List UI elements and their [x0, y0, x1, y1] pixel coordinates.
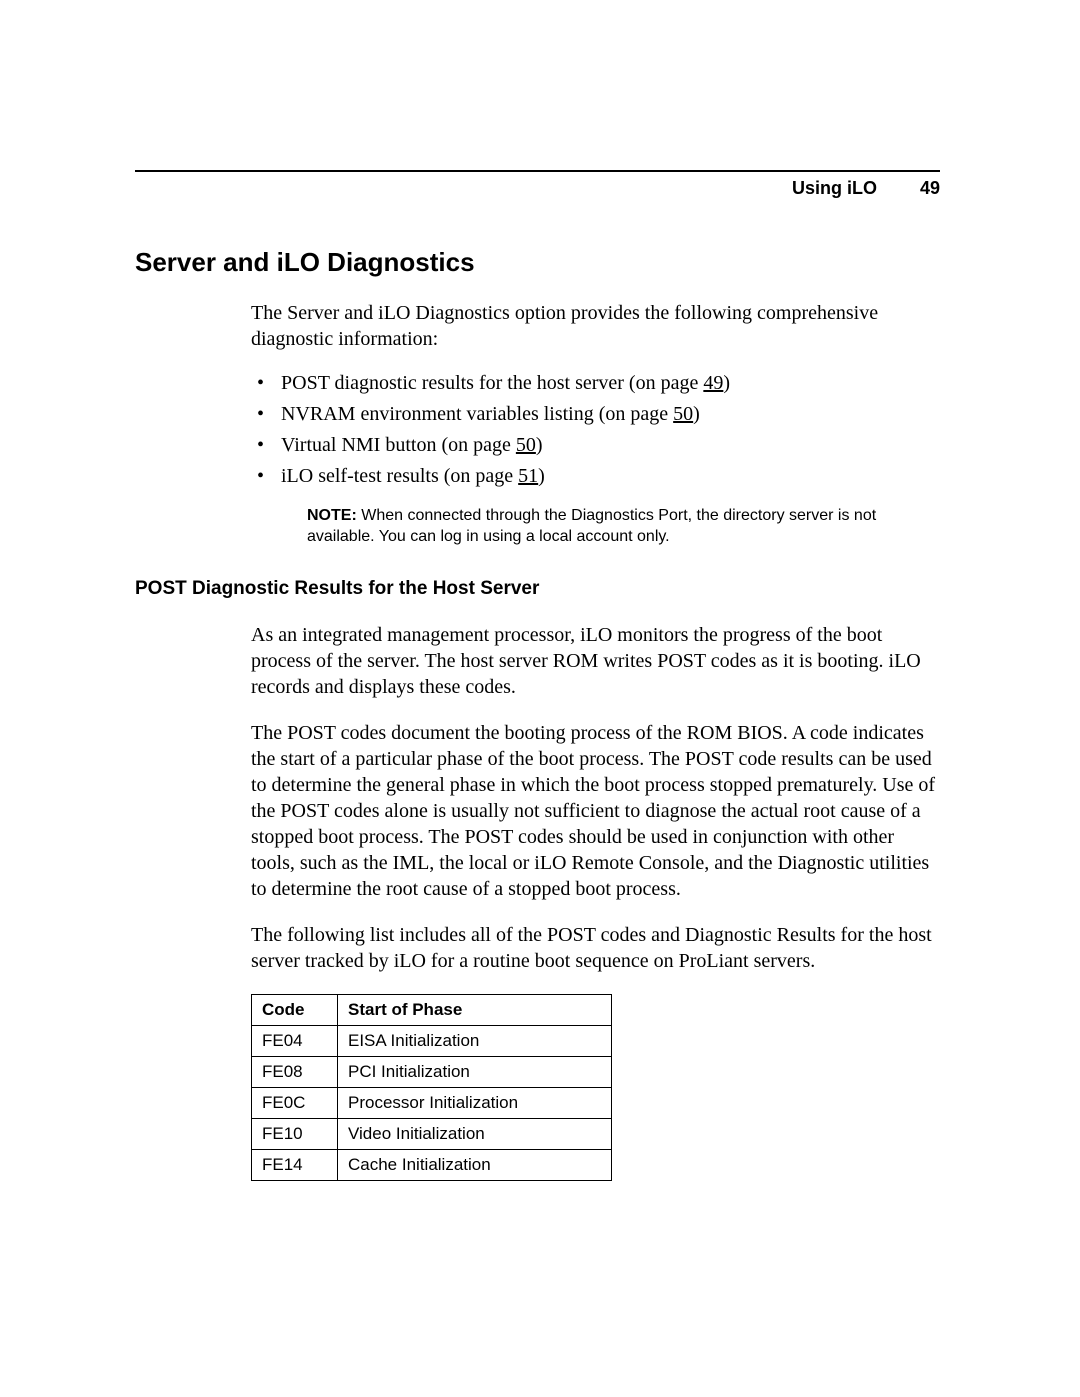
- list-text: POST diagnostic results for the host ser…: [281, 372, 703, 394]
- table-row: FE0C Processor Initialization: [252, 1087, 612, 1118]
- header-rule: [135, 170, 940, 172]
- cell-code: FE08: [252, 1056, 338, 1087]
- table-header-code: Code: [252, 994, 338, 1025]
- post-codes-table: Code Start of Phase FE04 EISA Initializa…: [251, 994, 612, 1181]
- note-text: When connected through the Diagnostics P…: [307, 507, 876, 545]
- diagnostics-list: POST diagnostic results for the host ser…: [251, 368, 940, 492]
- paragraph: The following list includes all of the P…: [251, 922, 940, 974]
- intro-paragraph: The Server and iLO Diagnostics option pr…: [251, 300, 940, 352]
- cell-code: FE0C: [252, 1087, 338, 1118]
- document-page: Using iLO 49 Server and iLO Diagnostics …: [0, 0, 1080, 1281]
- page-link[interactable]: 49: [703, 372, 723, 394]
- list-item: Virtual NMI button (on page 50): [251, 430, 940, 461]
- header-section: Using iLO: [792, 178, 877, 198]
- header-page-number: 49: [920, 178, 940, 198]
- paragraph: The POST codes document the booting proc…: [251, 720, 940, 902]
- table-header-row: Code Start of Phase: [252, 994, 612, 1025]
- list-text-post: ): [536, 434, 543, 456]
- cell-phase: Processor Initialization: [338, 1087, 612, 1118]
- list-item: NVRAM environment variables listing (on …: [251, 399, 940, 430]
- cell-phase: Video Initialization: [338, 1118, 612, 1149]
- cell-code: FE14: [252, 1149, 338, 1180]
- table-row: FE10 Video Initialization: [252, 1118, 612, 1149]
- subheading: POST Diagnostic Results for the Host Ser…: [135, 578, 940, 600]
- table-row: FE14 Cache Initialization: [252, 1149, 612, 1180]
- list-text: Virtual NMI button (on page: [281, 434, 516, 456]
- cell-phase: EISA Initialization: [338, 1025, 612, 1056]
- page-link[interactable]: 50: [516, 434, 536, 456]
- page-title: Server and iLO Diagnostics: [135, 247, 940, 278]
- page-link[interactable]: 50: [673, 403, 693, 425]
- list-item: POST diagnostic results for the host ser…: [251, 368, 940, 399]
- list-text: NVRAM environment variables listing (on …: [281, 403, 673, 425]
- cell-phase: Cache Initialization: [338, 1149, 612, 1180]
- paragraph: As an integrated management processor, i…: [251, 622, 940, 700]
- cell-code: FE04: [252, 1025, 338, 1056]
- page-header: Using iLO 49: [135, 178, 940, 199]
- list-item: iLO self-test results (on page 51): [251, 461, 940, 492]
- cell-code: FE10: [252, 1118, 338, 1149]
- list-text-post: ): [723, 372, 730, 394]
- note-label: NOTE:: [307, 507, 357, 524]
- note-block: NOTE: When connected through the Diagnos…: [251, 506, 940, 548]
- list-text-post: ): [693, 403, 700, 425]
- table-header-phase: Start of Phase: [338, 994, 612, 1025]
- table-row: FE04 EISA Initialization: [252, 1025, 612, 1056]
- main-content: The Server and iLO Diagnostics option pr…: [135, 300, 940, 1181]
- list-text-post: ): [538, 465, 545, 487]
- list-text: iLO self-test results (on page: [281, 465, 518, 487]
- page-link[interactable]: 51: [518, 465, 538, 487]
- cell-phase: PCI Initialization: [338, 1056, 612, 1087]
- table-row: FE08 PCI Initialization: [252, 1056, 612, 1087]
